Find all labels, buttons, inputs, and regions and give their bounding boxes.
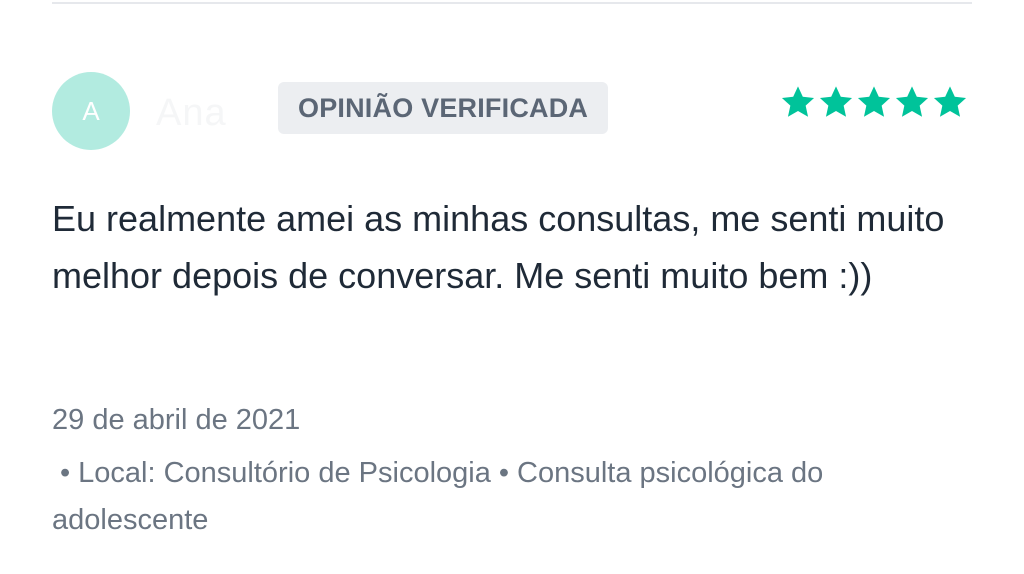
top-divider (52, 2, 972, 4)
review-date: 29 de abril de 2021 (52, 404, 301, 436)
star-icon (933, 86, 967, 117)
avatar-initial: A (82, 95, 100, 126)
star-icon (895, 86, 929, 117)
verified-badge-label: OPINIÃO VERIFICADA (298, 92, 589, 123)
avatar: A (52, 72, 130, 150)
review-location: Local: Consultório de Psicologia (78, 457, 491, 489)
author-name: Ana (156, 92, 227, 134)
bullet-separator: • (60, 457, 71, 489)
star-icon (781, 86, 815, 117)
verified-badge: OPINIÃO VERIFICADA (278, 82, 609, 134)
star-rating (780, 84, 968, 120)
review-text: Eu realmente amei as minhas consultas, m… (52, 198, 945, 296)
review-header: A Ana OPINIÃO VERIFICADA (52, 72, 972, 152)
bullet-separator: • (498, 457, 509, 489)
star-icon (819, 86, 853, 117)
star-icon (857, 86, 891, 117)
review-meta: • Local: Consultório de Psicologia • Consul… (52, 450, 952, 544)
